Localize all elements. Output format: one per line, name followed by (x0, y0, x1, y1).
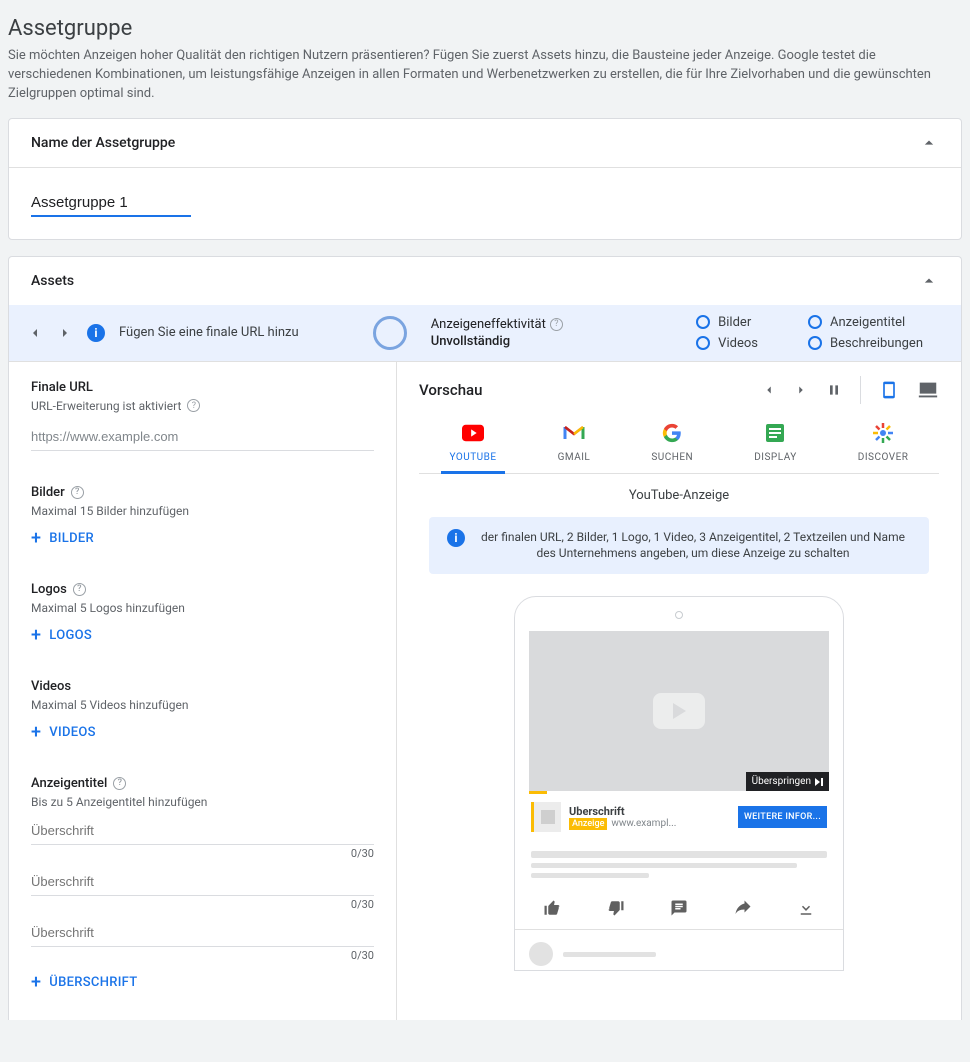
check-videos[interactable]: Videos (696, 336, 758, 351)
asset-group-name-card: Name der Assetgruppe (8, 118, 962, 240)
download-icon[interactable] (797, 899, 815, 917)
preview-subtitle: YouTube-Anzeige (419, 488, 939, 503)
assets-card: Assets i Fügen Sie eine finale URL hinzu… (8, 256, 962, 1020)
add-videos-button[interactable]: +VIDEOS (31, 724, 96, 742)
page-description: Sie möchten Anzeigen hoher Qualität den … (8, 47, 948, 104)
comment-icon[interactable] (670, 899, 688, 917)
headlines-label: Anzeigentitel (31, 776, 107, 791)
final-url-group: Finale URL URL-Erweiterung ist aktiviert… (31, 380, 374, 451)
add-headline-button[interactable]: +ÜBERSCHRIFT (31, 974, 138, 992)
play-icon (653, 693, 705, 729)
desktop-device-icon[interactable] (917, 379, 939, 401)
pause-icon[interactable] (826, 382, 842, 398)
asset-group-name-title: Name der Assetgruppe (31, 135, 175, 151)
preview-next-icon[interactable] (794, 383, 808, 397)
ad-thumbnail (531, 802, 561, 832)
strength-label: Anzeigeneffektivität (431, 317, 546, 332)
page-title: Assetgruppe (8, 16, 962, 41)
headline-counter-2: 0/30 (31, 898, 374, 911)
plus-icon: + (31, 974, 41, 992)
check-images[interactable]: Bilder (696, 315, 758, 330)
add-images-button[interactable]: +BILDER (31, 530, 94, 548)
headlines-sublabel: Bis zu 5 Anzeigentitel hinzufügen (31, 795, 374, 809)
chevron-up-icon[interactable] (919, 133, 939, 153)
preview-title: Vorschau (419, 381, 482, 399)
preview-prev-icon[interactable] (762, 383, 776, 397)
info-icon: i (447, 529, 465, 547)
videos-label: Videos (31, 679, 71, 694)
plus-icon: + (31, 627, 41, 645)
display-icon (764, 422, 786, 444)
tab-youtube[interactable]: YOUTUBE (441, 416, 504, 473)
help-icon[interactable]: ? (550, 318, 563, 331)
ad-badge: Anzeige (569, 818, 607, 830)
final-url-label: Finale URL (31, 380, 374, 395)
preview-info-banner: i der finalen URL, 2 Bilder, 1 Logo, 1 V… (429, 517, 929, 575)
headline-input-2[interactable] (31, 868, 374, 896)
tab-discover[interactable]: DISCOVER (850, 416, 917, 473)
ad-headline: Uberschrift (569, 805, 730, 818)
phone-preview: Überspringen Uberschrift Anzeige www.exam… (514, 596, 844, 971)
chevron-up-icon[interactable] (919, 271, 939, 291)
images-sublabel: Maximal 15 Bilder hinzufügen (31, 504, 374, 518)
help-icon[interactable]: ? (113, 777, 126, 790)
assets-status-bar: i Fügen Sie eine finale URL hinzu Anzeig… (9, 305, 961, 362)
logos-group: Logos? Maximal 5 Logos hinzufügen +LOGOS (31, 582, 374, 645)
strength-meter-icon (373, 316, 407, 350)
help-icon[interactable]: ? (73, 583, 86, 596)
check-headlines[interactable]: Anzeigentitel (808, 315, 923, 330)
headline-input-3[interactable] (31, 919, 374, 947)
final-url-sublabel: URL-Erweiterung ist aktiviert (31, 399, 181, 413)
asset-group-name-input[interactable] (31, 190, 191, 217)
phone-camera-icon (675, 611, 683, 619)
logos-sublabel: Maximal 5 Logos hinzufügen (31, 601, 374, 615)
plus-icon: + (31, 724, 41, 742)
headline-counter-3: 0/30 (31, 949, 374, 962)
images-group: Bilder? Maximal 15 Bilder hinzufügen +BI… (31, 485, 374, 548)
tab-display[interactable]: DISPLAY (746, 416, 805, 473)
help-icon[interactable]: ? (71, 486, 84, 499)
check-descriptions[interactable]: Beschreibungen (808, 336, 923, 351)
ad-cta-button[interactable]: WEITERE INFOR... (738, 806, 827, 828)
avatar (529, 942, 553, 966)
google-icon (661, 422, 683, 444)
headline-input-1[interactable] (31, 817, 374, 845)
mobile-device-icon[interactable] (879, 380, 899, 400)
discover-icon (872, 422, 894, 444)
images-label: Bilder (31, 485, 65, 500)
preview-video: Überspringen (529, 631, 829, 791)
final-url-input[interactable] (31, 421, 374, 451)
videos-group: Videos Maximal 5 Videos hinzufügen +VIDE… (31, 679, 374, 742)
logos-label: Logos (31, 582, 67, 597)
status-hint: Fügen Sie eine finale URL hinzu (119, 325, 299, 340)
plus-icon: + (31, 530, 41, 548)
chevron-right-icon[interactable] (57, 325, 73, 341)
add-logos-button[interactable]: +LOGOS (31, 627, 92, 645)
headlines-group: Anzeigentitel? Bis zu 5 Anzeigentitel hi… (31, 776, 374, 992)
videos-sublabel: Maximal 5 Videos hinzufügen (31, 698, 374, 712)
thumbs-up-icon[interactable] (543, 899, 561, 917)
help-icon[interactable]: ? (187, 399, 200, 412)
youtube-icon (462, 422, 484, 444)
tab-gmail[interactable]: GMAIL (550, 416, 599, 473)
ad-url: www.exampl... (611, 818, 676, 829)
gmail-icon (563, 422, 585, 444)
thumbs-down-icon[interactable] (607, 899, 625, 917)
skip-button[interactable]: Überspringen (746, 772, 829, 791)
headline-counter-1: 0/30 (31, 847, 374, 860)
info-icon: i (87, 324, 105, 342)
strength-value: Unvollständig (431, 334, 563, 349)
tab-search[interactable]: SUCHEN (643, 416, 701, 473)
assets-card-title: Assets (31, 273, 74, 289)
share-icon[interactable] (734, 899, 752, 917)
chevron-left-icon[interactable] (27, 325, 43, 341)
